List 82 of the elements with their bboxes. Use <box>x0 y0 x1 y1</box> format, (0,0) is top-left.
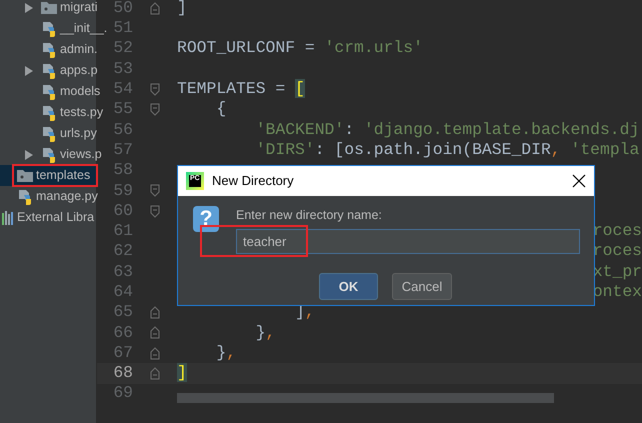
folder-icon <box>17 169 33 182</box>
tree-item[interactable]: __init__. <box>0 18 108 39</box>
code-text: 'DIRS': [os.path.join(BASE_DIR, 'templa <box>254 138 640 161</box>
line-number: 54 <box>112 78 133 100</box>
code-text: xt_pr <box>592 260 642 283</box>
tree-item-label: urls.py <box>60 125 97 142</box>
code-text: ] <box>177 0 187 19</box>
line-number: 68 <box>112 362 133 384</box>
line-number: 61 <box>112 220 133 242</box>
expand-arrow-icon <box>25 66 33 76</box>
fold-marker-icon <box>150 306 160 320</box>
line-number: 63 <box>112 260 133 283</box>
tree-item-label: apps.p <box>60 62 98 80</box>
code-text: roces <box>592 220 642 242</box>
dialog-title: New Directory <box>212 172 294 190</box>
line-number: 53 <box>112 58 133 80</box>
tree-item-label: tests.py <box>60 104 104 122</box>
fold-marker-icon <box>150 204 160 218</box>
line-number: 69 <box>112 382 133 404</box>
tree-item[interactable]: urls.py <box>0 123 97 144</box>
tree-item[interactable]: migrati <box>0 0 98 18</box>
tree-item-label: manage.py <box>36 188 98 206</box>
python-file-icon <box>41 84 57 100</box>
tree-item[interactable]: admin. <box>0 39 98 60</box>
tree-item[interactable]: models <box>0 81 100 102</box>
tree-item-label: models <box>60 83 100 100</box>
line-number: 64 <box>112 281 133 303</box>
tree-item-label: __init__. <box>60 20 108 38</box>
fold-marker-icon <box>150 326 160 340</box>
code-text: { <box>215 98 226 120</box>
code-text: ROOT_URLCONF = 'crm.urls' <box>177 37 423 60</box>
line-number: 60 <box>112 200 133 222</box>
fold-marker-icon <box>150 184 160 198</box>
line-number: 50 <box>112 0 133 19</box>
ok-button[interactable]: OK <box>319 272 378 300</box>
line-number: 59 <box>112 180 133 202</box>
fold-marker-icon <box>150 366 160 380</box>
code-text: }, <box>254 322 276 344</box>
library-icon <box>2 210 14 224</box>
tree-item-label: migrati <box>60 0 98 16</box>
tree-item[interactable]: templates <box>0 165 96 186</box>
python-file-icon <box>41 20 57 36</box>
code-text: roces <box>592 240 642 262</box>
code-text: TEMPLATES = [ <box>177 78 305 100</box>
cancel-button[interactable]: Cancel <box>392 272 452 300</box>
tree-item[interactable]: tests.py <box>0 102 104 123</box>
python-file-icon <box>41 104 57 120</box>
fold-marker-icon <box>150 2 160 15</box>
code-text: }, <box>215 342 236 364</box>
tree-item[interactable]: apps.p <box>0 60 98 81</box>
line-number: 62 <box>112 240 133 262</box>
line-number: 65 <box>112 301 133 324</box>
code-text: ] <box>177 362 187 384</box>
code-text: 'BACKEND': 'django.template.backends.dj <box>254 118 640 141</box>
line-number: 58 <box>112 159 133 182</box>
fold-marker-icon <box>150 103 160 116</box>
python-file-icon <box>41 42 57 58</box>
line-number: 66 <box>112 322 133 344</box>
tree-item-label: admin. <box>60 41 98 58</box>
tree-item-label: templates <box>36 167 90 184</box>
tree-item[interactable]: External Libra <box>0 207 96 228</box>
python-file-icon <box>17 188 33 204</box>
expand-arrow-icon <box>25 150 33 160</box>
line-number: 56 <box>112 118 133 141</box>
prompt-label: Enter new directory name: <box>236 207 383 224</box>
tree-item-label: External Libra <box>17 209 94 226</box>
fold-marker-icon <box>150 346 160 360</box>
fold-marker-icon <box>150 82 160 96</box>
tree-item[interactable]: views.p <box>0 144 102 165</box>
question-icon: ? <box>193 206 219 232</box>
tree-item[interactable]: manage.py <box>0 186 98 207</box>
expand-arrow-icon <box>25 2 33 12</box>
python-file-icon <box>41 62 57 78</box>
code-text: ontex <box>592 281 642 303</box>
python-file-icon <box>41 146 57 162</box>
close-icon[interactable] <box>572 174 586 188</box>
python-file-icon <box>41 126 57 142</box>
tree-item-label: views.p <box>60 146 102 164</box>
horizontal-scrollbar[interactable] <box>177 393 554 403</box>
line-number: 52 <box>112 37 133 60</box>
directory-name-field[interactable]: teacher <box>236 228 580 254</box>
line-number: 67 <box>112 342 133 364</box>
